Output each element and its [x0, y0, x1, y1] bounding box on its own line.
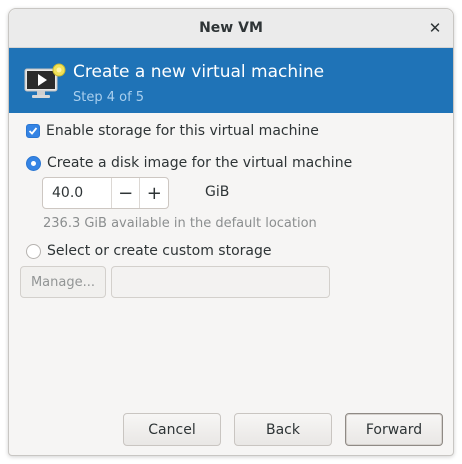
wizard-title: Create a new virtual machine	[73, 62, 325, 82]
vm-monitor-icon	[24, 63, 66, 98]
checkmark-icon	[28, 127, 38, 135]
enable-storage-checkbox[interactable]	[26, 124, 40, 138]
enable-storage-row[interactable]: Enable storage for this virtual machine	[26, 123, 319, 139]
wizard-header: Create a new virtual machine Step 4 of 5	[9, 48, 453, 113]
forward-button[interactable]: Forward	[345, 413, 443, 446]
disk-image-row[interactable]: Create a disk image for the virtual mach…	[26, 155, 352, 171]
disk-size-spinbutton[interactable]: 40.0 − +	[42, 177, 169, 209]
cancel-button[interactable]: Cancel	[123, 413, 221, 446]
enable-storage-label: Enable storage for this virtual machine	[46, 123, 319, 139]
disk-size-input[interactable]: 40.0	[43, 178, 111, 208]
increment-button[interactable]: +	[139, 178, 168, 208]
back-button[interactable]: Back	[234, 413, 332, 446]
window-title: New VM	[199, 20, 263, 36]
disk-image-radio[interactable]	[26, 155, 41, 171]
disk-image-label: Create a disk image for the virtual mach…	[47, 155, 353, 171]
wizard-step: Step 4 of 5	[73, 90, 145, 105]
custom-storage-radio[interactable]	[26, 243, 41, 259]
decrement-button[interactable]: −	[110, 178, 140, 208]
manage-button[interactable]: Manage...	[20, 266, 106, 298]
title-bar: New VM ✕	[9, 9, 453, 48]
available-space-hint: 236.3 GiB available in the default locat…	[43, 216, 317, 231]
disk-size-unit: GiB	[205, 184, 230, 200]
custom-storage-row[interactable]: Select or create custom storage	[26, 243, 272, 259]
close-icon[interactable]: ✕	[425, 18, 445, 38]
custom-storage-path-field[interactable]	[111, 266, 330, 298]
new-vm-dialog: New VM ✕ Create a new virtual machine St…	[8, 8, 454, 456]
custom-storage-label: Select or create custom storage	[47, 243, 272, 259]
